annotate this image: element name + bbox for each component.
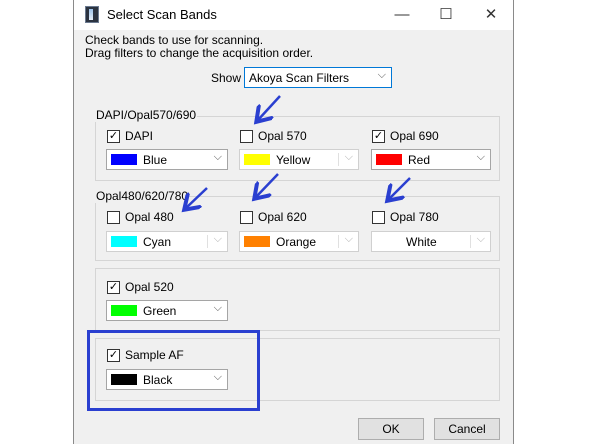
arrow-icon <box>389 177 411 199</box>
annotation-arrows <box>0 95 411 444</box>
arrow-icon <box>256 173 279 197</box>
arrow-icon <box>258 95 281 120</box>
arrow-icon <box>186 187 208 208</box>
